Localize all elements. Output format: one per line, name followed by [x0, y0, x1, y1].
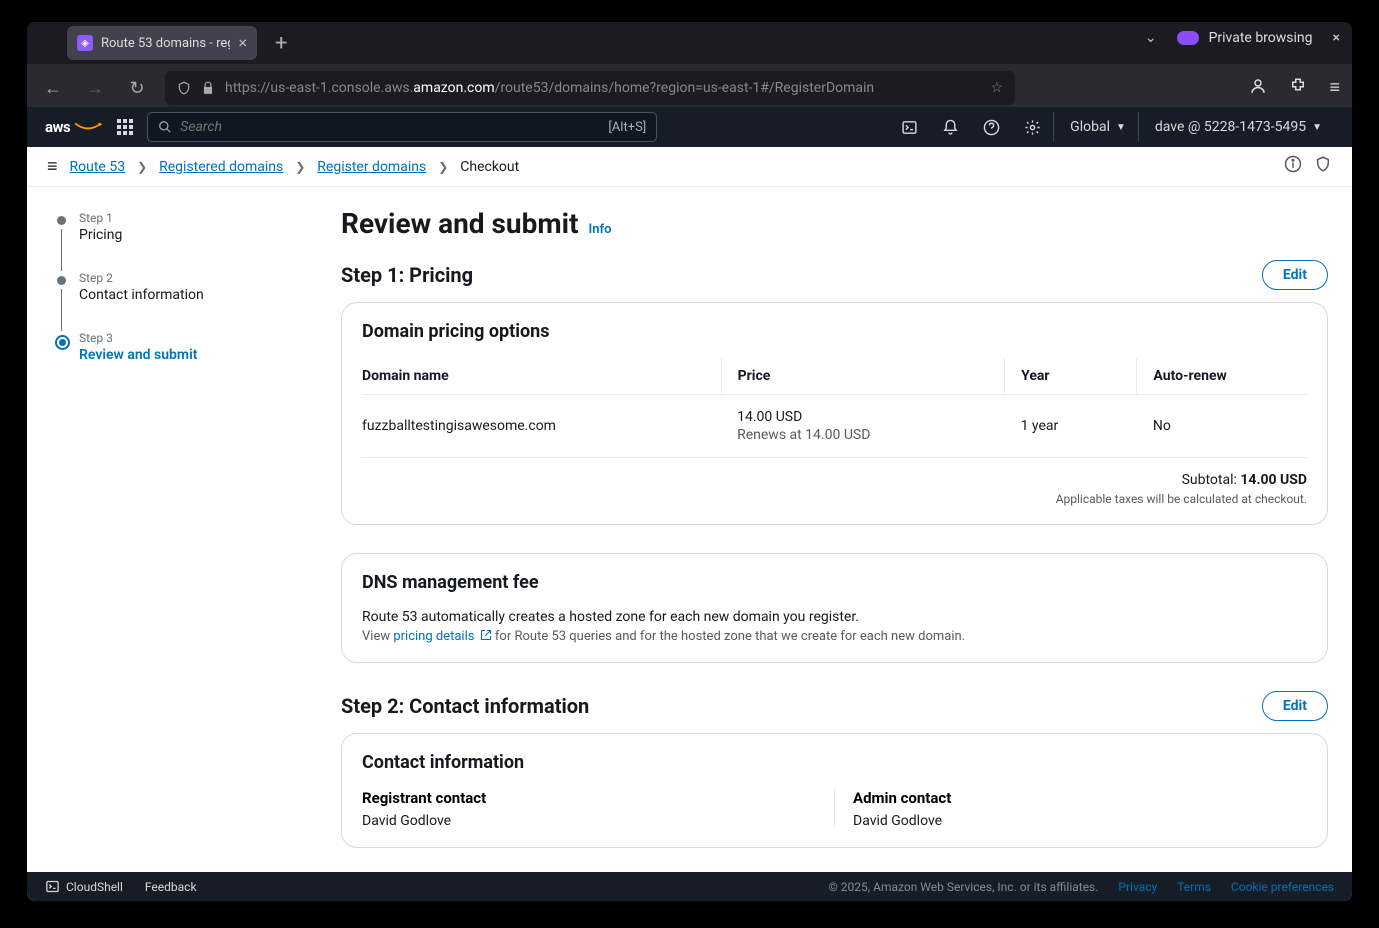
private-area: ⌄ Private browsing ×: [1145, 30, 1340, 46]
registrant-contact-label: Registrant contact: [362, 789, 816, 807]
new-tab-button[interactable]: +: [275, 31, 287, 56]
col-domain-name: Domain name: [362, 358, 721, 395]
dns-card-title: DNS management fee: [362, 572, 1307, 593]
url-bar-row: ← → ↻ https://us-east-1.console.aws.amaz…: [27, 64, 1352, 112]
lock-icon: [201, 81, 215, 95]
step1-heading: Step 1: Pricing: [341, 263, 473, 287]
copyright-text: © 2025, Amazon Web Services, Inc. or its…: [828, 880, 1098, 894]
account-icon[interactable]: [1249, 77, 1267, 100]
url-text: https://us-east-1.console.aws.amazon.com…: [225, 80, 980, 96]
wizard-nav: Step 1 Pricing Step 2 Contact informatio…: [27, 187, 317, 872]
cell-autorenew: No: [1137, 395, 1307, 458]
chevron-right-icon: ❯: [438, 160, 448, 174]
url-bar[interactable]: https://us-east-1.console.aws.amazon.com…: [165, 71, 1015, 105]
pricing-card: Domain pricing options Domain name Price…: [341, 302, 1328, 525]
dns-card: DNS management fee Route 53 automaticall…: [341, 553, 1328, 663]
aws-logo[interactable]: aws: [45, 118, 103, 136]
wizard-step-review[interactable]: Step 3 Review and submit: [51, 331, 297, 363]
privacy-link[interactable]: Privacy: [1118, 880, 1157, 894]
wizard-step-contact[interactable]: Step 2 Contact information: [51, 271, 297, 303]
tab-close-icon[interactable]: ×: [238, 35, 247, 51]
app-menu-icon[interactable]: ≡: [1329, 77, 1340, 100]
info-circle-icon[interactable]: [1284, 155, 1302, 178]
contact-card: Contact information Registrant contact D…: [341, 733, 1328, 848]
tab-title: Route 53 domains - regist: [101, 36, 230, 51]
nav-hamburger-icon[interactable]: ≡: [47, 156, 58, 177]
terminal-icon: [45, 879, 60, 894]
tax-note: Applicable taxes will be calculated at c…: [362, 492, 1307, 506]
tab-favicon: ◈: [77, 35, 93, 51]
cell-price: 14.00 USD Renews at 14.00 USD: [721, 395, 1005, 458]
breadcrumb-link[interactable]: Registered domains: [159, 159, 283, 175]
help-icon[interactable]: [971, 112, 1012, 142]
cloudshell-header-icon[interactable]: [889, 112, 930, 142]
shield-icon: [177, 81, 191, 95]
settings-icon[interactable]: [1012, 112, 1053, 142]
terms-link[interactable]: Terms: [1177, 880, 1211, 894]
content-area: Step 1 Pricing Step 2 Contact informatio…: [27, 187, 1352, 872]
subtotal-row: Subtotal: 14.00 USD: [362, 472, 1307, 488]
extensions-icon[interactable]: [1289, 77, 1307, 100]
pricing-card-title: Domain pricing options: [362, 321, 1307, 342]
cookie-prefs-link[interactable]: Cookie preferences: [1231, 880, 1334, 894]
col-year: Year: [1005, 358, 1137, 395]
feedback-link[interactable]: Feedback: [145, 880, 197, 894]
pricing-details-link[interactable]: pricing details: [393, 629, 491, 644]
bookmark-star-icon[interactable]: ☆: [990, 80, 1003, 96]
user-menu[interactable]: dave @ 5228-1473-5495 ▼: [1138, 112, 1334, 142]
window-close-icon[interactable]: ×: [1333, 30, 1340, 46]
col-price: Price: [721, 358, 1005, 395]
breadcrumb-current: Checkout: [460, 159, 519, 175]
search-shortcut-hint: [Alt+S]: [608, 120, 646, 135]
dns-sub-text: View pricing details for Route 53 querie…: [362, 629, 1307, 644]
search-input[interactable]: [180, 119, 600, 135]
contact-card-title: Contact information: [362, 752, 1307, 773]
table-row: fuzzballtestingisawesome.com 14.00 USD R…: [362, 395, 1307, 458]
breadcrumb-link[interactable]: Route 53: [70, 159, 126, 175]
aws-app: aws [Alt+S] Global ▼: [27, 107, 1352, 901]
wizard-step-pricing[interactable]: Step 1 Pricing: [51, 211, 297, 243]
chevron-down-icon: ▼: [1312, 122, 1322, 133]
aws-global-header: aws [Alt+S] Global ▼: [27, 107, 1352, 147]
private-browsing-label: Private browsing: [1209, 30, 1313, 46]
external-link-icon: [480, 629, 492, 641]
step2-heading: Step 2: Contact information: [341, 694, 589, 718]
edit-contact-button[interactable]: Edit: [1262, 691, 1328, 721]
admin-contact-name: David Godlove: [853, 813, 1307, 829]
info-link[interactable]: Info: [588, 222, 611, 237]
forward-button[interactable]: →: [81, 78, 109, 99]
reload-button[interactable]: ↻: [123, 78, 151, 99]
footer-bar: CloudShell Feedback © 2025, Amazon Web S…: [27, 872, 1352, 901]
browser-tab[interactable]: ◈ Route 53 domains - regist ×: [67, 26, 257, 60]
browser-chrome: ◈ Route 53 domains - regist × + ⌄ Privat…: [27, 22, 1352, 112]
search-box[interactable]: [Alt+S]: [147, 112, 657, 142]
tab-bar: ◈ Route 53 domains - regist × + ⌄ Privat…: [27, 22, 1352, 64]
refresh-shield-icon[interactable]: [1314, 155, 1332, 178]
pricing-table: Domain name Price Year Auto-renew fuzzba…: [362, 358, 1307, 458]
registrant-contact-col: Registrant contact David Godlove: [362, 789, 835, 829]
chevron-down-icon: ▼: [1116, 122, 1126, 133]
breadcrumb-link[interactable]: Register domains: [317, 159, 426, 175]
edit-pricing-button[interactable]: Edit: [1262, 260, 1328, 290]
tabs-list-icon[interactable]: ⌄: [1145, 30, 1157, 46]
search-icon: [158, 120, 172, 134]
cell-domain: fuzzballtestingisawesome.com: [362, 395, 721, 458]
breadcrumb-bar: ≡ Route 53 ❯ Registered domains ❯ Regist…: [27, 147, 1352, 187]
back-button[interactable]: ←: [39, 78, 67, 99]
col-autorenew: Auto-renew: [1137, 358, 1307, 395]
main-panel: Review and submit Info Step 1: Pricing E…: [317, 187, 1352, 872]
chevron-right-icon: ❯: [137, 160, 147, 174]
registrant-contact-name: David Godlove: [362, 813, 816, 829]
private-mask-icon: [1177, 31, 1199, 45]
notifications-icon[interactable]: [930, 112, 971, 142]
admin-contact-col: Admin contact David Godlove: [835, 789, 1307, 829]
dns-body-text: Route 53 automatically creates a hosted …: [362, 609, 1307, 625]
cell-year: 1 year: [1005, 395, 1137, 458]
admin-contact-label: Admin contact: [853, 789, 1307, 807]
page-title: Review and submit: [341, 207, 578, 240]
services-grid-icon[interactable]: [117, 119, 133, 135]
cloudshell-button[interactable]: CloudShell: [45, 879, 123, 894]
region-selector[interactable]: Global ▼: [1053, 112, 1138, 142]
chevron-right-icon: ❯: [295, 160, 305, 174]
